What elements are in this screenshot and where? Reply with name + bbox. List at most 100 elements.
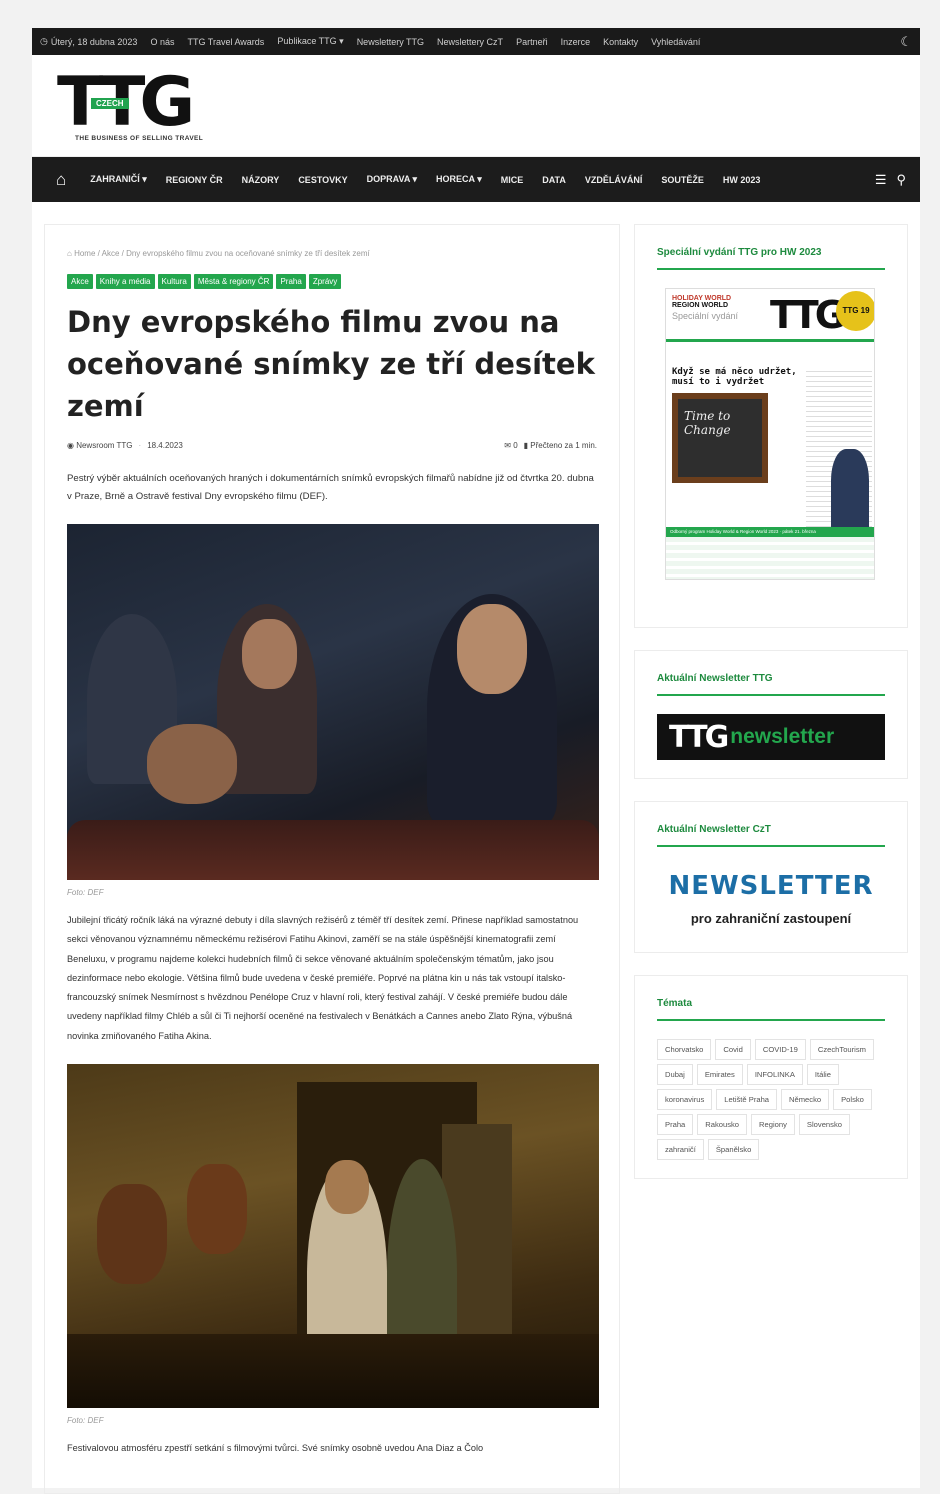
topic-tag[interactable]: Emirates (696, 1064, 743, 1085)
breadcrumb-text[interactable]: Home / Akce / Dny evropského filmu zvou … (74, 249, 370, 258)
topic-tag[interactable]: Covid (715, 1039, 751, 1060)
menu-icon[interactable]: ☰ (875, 172, 887, 188)
topic-tag[interactable]: Slovensko (798, 1114, 850, 1135)
topic-tag[interactable]: koronavirus (657, 1089, 713, 1110)
topbar-link-o-nas[interactable]: O nás (150, 37, 174, 47)
nav-item-regiony[interactable]: REGIONY ČR (166, 175, 223, 185)
topic-tag[interactable]: Regiony (751, 1114, 795, 1135)
topbar-link-publikace[interactable]: Publikace TTG ▾ (277, 36, 343, 47)
category-tag[interactable]: Praha (276, 274, 306, 289)
czt-newsletter-banner[interactable]: NEWSLETTER pro zahraniční zastoupení (657, 865, 885, 934)
article-photo-cinema (67, 524, 599, 880)
category-tag[interactable]: Kultura (157, 274, 191, 289)
photo-caption: Foto: DEF (67, 888, 104, 897)
widget-special-edition: Speciální vydání TTG pro HW 2023 HOLIDAY… (634, 224, 908, 628)
topic-tag[interactable]: Španělsko (707, 1139, 760, 1160)
article-body: Jubilejní třicátý ročník láká na výrazné… (67, 915, 579, 1041)
topic-tag[interactable]: Polsko (833, 1089, 872, 1110)
author-link[interactable]: Newsroom TTG (76, 441, 132, 450)
nav-item-zahranici[interactable]: ZAHRANIČÍ ▾ (90, 174, 147, 185)
user-icon: ◉ (67, 441, 77, 450)
widget-title: Aktuální Newsletter CzT (657, 824, 885, 847)
widget-title: Témata (657, 998, 885, 1021)
home-icon[interactable]: ⌂ (67, 249, 74, 258)
topic-tag[interactable]: Praha (657, 1114, 694, 1135)
topbar-link-newslettery-ttg[interactable]: Newslettery TTG (357, 37, 424, 47)
nav-item-mice[interactable]: MICE (501, 175, 524, 185)
banner-newsletter: newsletter (730, 725, 835, 748)
read-time: Přečteno za 1 min. (530, 441, 597, 450)
logo-badge: CZECH (91, 98, 129, 109)
topic-tag[interactable]: Rakousko (697, 1114, 748, 1135)
date-display: ◷ Úterý, 18 dubna 2023 (40, 36, 137, 47)
topic-tag[interactable]: Dubaj (657, 1064, 693, 1085)
nav-item-souteze[interactable]: SOUTĚŽE (661, 175, 704, 185)
category-tag[interactable]: Akce (67, 274, 93, 289)
article: ⌂ Home / Akce / Dny evropského filmu zvo… (44, 224, 620, 1494)
cover-badge: TTG 19 (836, 291, 874, 331)
ttg-newsletter-banner[interactable]: TTG newsletter (657, 714, 885, 760)
comment-count[interactable]: 0 (513, 441, 517, 450)
topbar-link-vyhledavani[interactable]: Vyhledávání (651, 37, 700, 47)
topbar-link-partneri[interactable]: Partneři (516, 37, 548, 47)
cover-table (666, 537, 874, 579)
widget-newsletter-ttg: Aktuální Newsletter TTG TTG newsletter (634, 650, 908, 779)
nav-item-cestovky[interactable]: CESTOVKY (298, 175, 347, 185)
nav-item-horeca[interactable]: HORECA ▾ (436, 174, 482, 185)
topic-tag[interactable]: CzechTourism (809, 1039, 874, 1060)
page-frame: ◷ Úterý, 18 dubna 2023 O nás TTG Travel … (32, 28, 920, 1494)
topbar-link-newslettery-czt[interactable]: Newslettery CzT (437, 37, 503, 47)
article-body-2: Festivalovou atmosféru zpestří setkání s… (67, 1443, 484, 1454)
meta-separator: · (138, 441, 142, 450)
cover-portrait (831, 449, 869, 527)
topic-tag[interactable]: zahraničí (657, 1139, 704, 1160)
comment-icon[interactable]: ✉ (504, 441, 513, 450)
topbar-link-inzerce[interactable]: Inzerce (561, 37, 591, 47)
site-logo[interactable]: TTG CZECH THE BUSINESS OF SELLING TRAVEL (57, 69, 217, 145)
breadcrumb: ⌂ Home / Akce / Dny evropského filmu zvo… (67, 249, 597, 258)
topic-tag[interactable]: Německo (781, 1089, 830, 1110)
search-icon[interactable]: ⚲ (896, 172, 906, 188)
topic-tag[interactable]: COVID-19 (754, 1039, 806, 1060)
photo-caption: Foto: DEF (67, 1416, 104, 1426)
widget-title: Aktuální Newsletter TTG (657, 673, 885, 696)
article-meta: ◉ Newsroom TTG · 18.4.2023 ✉ 0 ▮ Přečten… (67, 441, 597, 450)
article-photo-prison (67, 1064, 599, 1409)
top-bar: ◷ Úterý, 18 dubna 2023 O nás TTG Travel … (32, 28, 920, 55)
topic-tag[interactable]: Chorvatsko (657, 1039, 712, 1060)
topic-tag[interactable]: Letiště Praha (716, 1089, 778, 1110)
publish-date: 18.4.2023 (147, 441, 183, 450)
tag-cloud: Chorvatsko Covid COVID-19 CzechTourism D… (657, 1039, 885, 1160)
article-title: Dny evropského filmu zvou na oceňované s… (67, 305, 595, 423)
widget-topics: Témata Chorvatsko Covid COVID-19 CzechTo… (634, 975, 908, 1179)
topbar-link-awards[interactable]: TTG Travel Awards (187, 37, 264, 47)
category-tags: Akce Knihy a média Kultura Města & regio… (67, 274, 597, 289)
category-tag[interactable]: Zprávy (308, 274, 342, 289)
widget-newsletter-czt: Aktuální Newsletter CzT NEWSLETTER pro z… (634, 801, 908, 953)
moon-icon[interactable]: ☾ (900, 34, 912, 50)
nav-item-data[interactable]: DATA (542, 175, 566, 185)
cover-hw-logo: HOLIDAY WORLD REGION WORLD Speciální vyd… (672, 295, 739, 321)
article-lead: Pestrý výběr aktuálních oceňovaných hran… (67, 473, 594, 502)
topic-tag[interactable]: INFOLINKA (746, 1064, 803, 1085)
bookmark-icon: ▮ (523, 441, 531, 450)
cover-ttg-logo: TTG (770, 293, 846, 337)
cover-headline: Když se má něco udržet, musí to i vydrže… (672, 367, 797, 387)
nav-item-hw2023[interactable]: HW 2023 (723, 175, 761, 185)
nav-item-vzdelavani[interactable]: VZDĚLÁVÁNÍ (585, 175, 643, 185)
home-icon[interactable]: ⌂ (56, 170, 66, 190)
cover-chalkboard: Time to Change (672, 393, 768, 483)
logo-tagline: THE BUSINESS OF SELLING TRAVEL (75, 135, 204, 142)
header-logo-area: TTG CZECH THE BUSINESS OF SELLING TRAVEL (32, 55, 920, 157)
nav-item-nazory[interactable]: NÁZORY (242, 175, 280, 185)
banner-ttg: TTG (669, 719, 729, 755)
widget-title: Speciální vydání TTG pro HW 2023 (657, 247, 885, 270)
nav-item-doprava[interactable]: DOPRAVA ▾ (367, 174, 417, 185)
topic-tag[interactable]: Itálie (806, 1064, 839, 1085)
special-edition-cover[interactable]: HOLIDAY WORLD REGION WORLD Speciální vyd… (665, 288, 875, 580)
category-tag[interactable]: Knihy a média (95, 274, 155, 289)
cover-table-title: Odborný program Holiday World & Region W… (666, 527, 874, 537)
topbar-link-kontakty[interactable]: Kontakty (603, 37, 638, 47)
date-text: Úterý, 18 dubna 2023 (50, 36, 138, 47)
category-tag[interactable]: Města & regiony ČR (193, 274, 274, 289)
